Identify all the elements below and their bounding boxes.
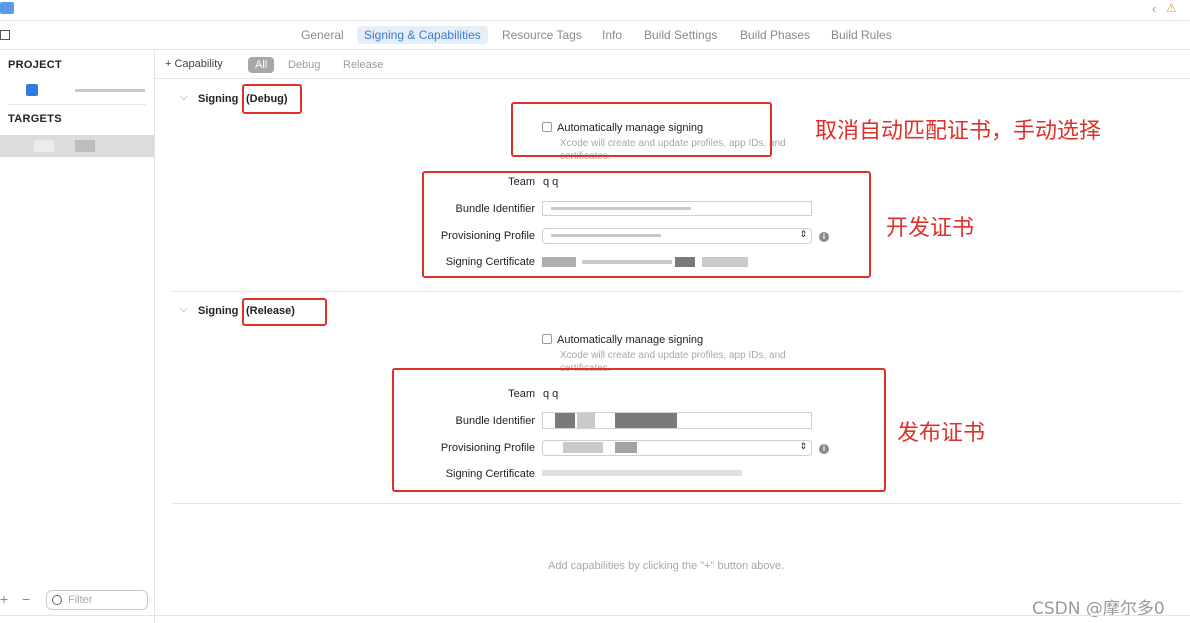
- disclosure-chevron-icon[interactable]: ⌵: [180, 304, 188, 315]
- tab-build-rules[interactable]: Build Rules: [824, 26, 899, 44]
- filter-release[interactable]: Release: [336, 57, 390, 73]
- annotation-dist-cert: 发布证书: [897, 421, 986, 446]
- project-name-redacted: [75, 89, 145, 92]
- add-capability-button[interactable]: + Capability: [165, 58, 223, 70]
- filter-field[interactable]: Filter: [46, 590, 148, 610]
- target-name-redacted: [75, 140, 95, 152]
- project-item[interactable]: [20, 82, 145, 98]
- auto-manage-checkbox-release[interactable]: [542, 334, 552, 344]
- target-name-redacted: [34, 140, 54, 152]
- tab-resource-tags[interactable]: Resource Tags: [495, 26, 589, 44]
- warning-icon[interactable]: ⚠: [1166, 1, 1177, 15]
- filter-placeholder: Filter: [68, 594, 93, 606]
- tab-signing-capabilities[interactable]: Signing & Capabilities: [357, 26, 488, 44]
- debug-section-title: Signing: [198, 93, 239, 105]
- divider: [8, 104, 146, 105]
- tab-info[interactable]: Info: [595, 26, 629, 44]
- annotation-manual: 取消自动匹配证书，手动选择: [815, 119, 1102, 144]
- back-chevron-icon[interactable]: ‹: [1152, 1, 1156, 16]
- project-section-title: PROJECT: [8, 59, 63, 71]
- annotation-box: [242, 298, 327, 326]
- project-icon: [0, 2, 14, 14]
- sidebar-toggle-icon[interactable]: [0, 30, 10, 40]
- tab-build-settings[interactable]: Build Settings: [637, 26, 724, 44]
- editor-tab-bar: General Signing & Capabilities Resource …: [0, 21, 1190, 50]
- section-divider: [172, 503, 1182, 504]
- auto-manage-help: Xcode will create and update profiles, a…: [560, 350, 786, 361]
- bottom-border: [0, 615, 1190, 616]
- filter-all[interactable]: All: [248, 57, 275, 73]
- annotation-box: [511, 102, 772, 157]
- tab-build-phases[interactable]: Build Phases: [733, 26, 817, 44]
- capability-bar: + Capability All Debug Release: [155, 50, 1190, 79]
- annotation-box: [242, 84, 302, 114]
- app-project-icon: [26, 84, 38, 96]
- tab-general[interactable]: General: [294, 26, 351, 44]
- filter-icon: [52, 595, 62, 605]
- window-titlebar: ‹ ⚠: [0, 0, 1190, 21]
- add-capabilities-hint: Add capabilities by clicking the "+" but…: [548, 560, 785, 572]
- auto-manage-label: Automatically manage signing: [557, 334, 704, 346]
- target-item-selected[interactable]: [0, 135, 154, 157]
- targets-section-title: TARGETS: [8, 113, 62, 125]
- annotation-box: [422, 171, 871, 278]
- release-section-title: Signing: [198, 305, 239, 317]
- section-divider: [172, 291, 1182, 292]
- remove-target-icon[interactable]: −: [22, 591, 30, 607]
- project-navigator: PROJECT TARGETS + −: [0, 50, 155, 623]
- filter-debug[interactable]: Debug: [281, 57, 327, 73]
- annotation-box: [392, 368, 886, 492]
- annotation-dev-cert: 开发证书: [886, 216, 975, 241]
- add-target-icon[interactable]: +: [0, 591, 8, 607]
- disclosure-chevron-icon[interactable]: ⌵: [180, 92, 188, 103]
